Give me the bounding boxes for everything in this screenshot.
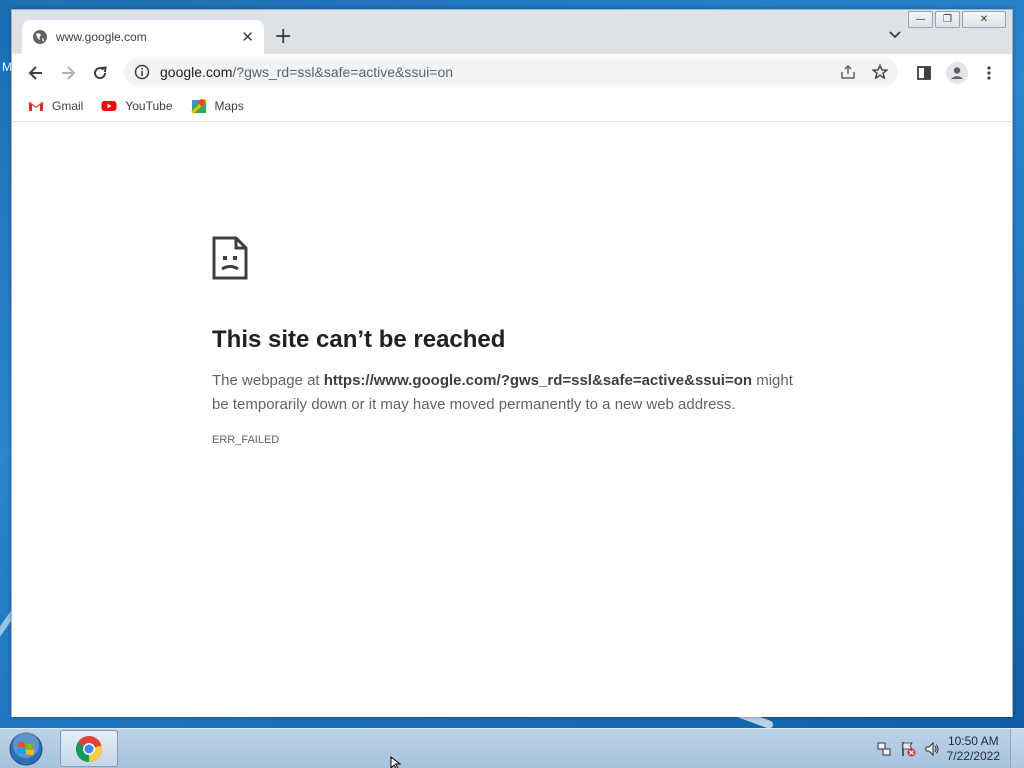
minimize-button[interactable]: — <box>908 11 933 28</box>
tab-title: www.google.com <box>56 30 147 44</box>
error-text-prefix: The webpage at <box>212 372 324 389</box>
system-clock[interactable]: 10:50 AM 7/22/2022 <box>947 734 1000 764</box>
bookmark-label: Maps <box>214 98 244 113</box>
error-description: The webpage at https://www.google.com/?g… <box>212 369 812 417</box>
bookmark-gmail[interactable]: Gmail <box>28 98 83 114</box>
clock-date: 7/22/2022 <box>946 749 1000 763</box>
forward-button[interactable] <box>56 61 80 85</box>
windows-orb-icon <box>9 732 43 766</box>
youtube-icon <box>101 100 117 111</box>
reload-button[interactable] <box>88 61 112 85</box>
bookmark-label: YouTube <box>125 98 173 113</box>
maps-icon <box>190 98 207 114</box>
back-button[interactable] <box>24 61 48 85</box>
show-desktop-button[interactable] <box>1010 729 1024 768</box>
start-button[interactable] <box>6 731 46 767</box>
sad-page-icon <box>212 236 248 280</box>
omnibox-actions <box>840 64 888 80</box>
side-panel-button[interactable] <box>912 61 936 85</box>
info-icon[interactable] <box>134 64 150 80</box>
profile-button[interactable] <box>945 61 969 85</box>
url-host: google.com <box>160 64 233 80</box>
bookmark-label: Gmail <box>52 98 84 113</box>
action-center-flag-icon[interactable] <box>900 741 916 757</box>
error-heading: This site can’t be reached <box>212 326 506 353</box>
chrome-icon <box>76 735 102 762</box>
restore-button[interactable]: ❐ <box>935 11 960 28</box>
close-tab-icon[interactable]: ✕ <box>241 28 254 46</box>
bookmarks-bar: Gmail YouTube Maps <box>12 90 1012 122</box>
reload-icon <box>94 66 107 80</box>
profile-avatar-icon <box>946 62 968 84</box>
error-code: ERR_FAILED <box>212 434 280 446</box>
address-bar[interactable]: google.com/?gws_rd=ssl&safe=active&ssui=… <box>124 58 898 86</box>
bookmark-youtube[interactable]: YouTube <box>101 98 173 114</box>
mouse-cursor-icon <box>390 756 402 768</box>
page-content: This site can’t be reached The webpage a… <box>12 123 1012 717</box>
clock-time: 10:50 AM <box>947 734 999 748</box>
side-panel-icon <box>917 66 931 80</box>
kebab-menu-icon <box>987 66 991 80</box>
share-icon[interactable] <box>840 64 856 80</box>
browser-tab[interactable]: www.google.com ✕ <box>22 20 264 54</box>
browser-window: — ❐ ✕ www.google.com ✕ + google.com/?gws… <box>11 9 1013 717</box>
new-tab-button[interactable]: + <box>274 26 292 48</box>
window-controls: — ❐ ✕ <box>908 11 1006 28</box>
taskbar: 10:50 AM 7/22/2022 <box>0 728 1024 768</box>
gmail-icon <box>28 101 44 111</box>
close-window-button[interactable]: ✕ <box>962 11 1006 28</box>
back-arrow-icon <box>28 66 42 80</box>
bookmark-maps[interactable]: Maps <box>190 98 244 114</box>
url-path: /?gws_rd=ssl&safe=active&ssui=on <box>232 64 454 80</box>
forward-arrow-icon <box>62 66 76 80</box>
menu-button[interactable] <box>977 61 1001 85</box>
network-icon[interactable] <box>876 741 892 757</box>
url-text[interactable]: google.com/?gws_rd=ssl&safe=active&ssui=… <box>160 64 453 80</box>
bookmark-star-icon[interactable] <box>872 64 888 80</box>
volume-icon[interactable] <box>924 741 940 757</box>
globe-icon <box>33 30 47 44</box>
system-tray <box>876 741 940 757</box>
taskbar-chrome-button[interactable] <box>60 730 118 767</box>
error-url: https://www.google.com/?gws_rd=ssl&safe=… <box>323 372 753 389</box>
title-bar: — ❐ ✕ www.google.com ✕ + <box>12 10 1012 54</box>
browser-toolbar: google.com/?gws_rd=ssl&safe=active&ssui=… <box>12 54 1012 90</box>
tab-search-chevron-icon[interactable] <box>888 28 902 42</box>
